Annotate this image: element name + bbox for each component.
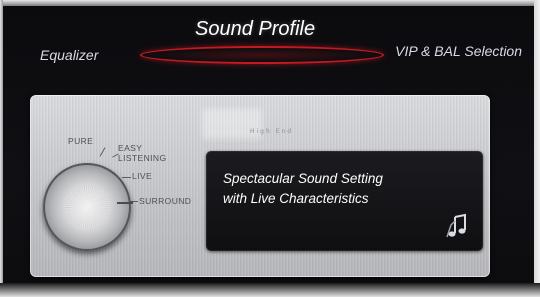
knob-label-surround[interactable]: SURROUND (139, 196, 191, 206)
page-title: Sound Profile (195, 18, 316, 40)
knob-label-easy[interactable]: EASY (118, 143, 142, 153)
brand-subtitle: High End (250, 128, 294, 135)
knob-indicator (117, 202, 133, 204)
knob-label-listening[interactable]: LISTENING (118, 153, 166, 163)
knob-tick-pure (99, 147, 106, 157)
sound-profile-knob[interactable] (43, 163, 133, 251)
music-note-icon (446, 213, 466, 238)
sound-profile-panel: High End PURE EASY LISTENING LIVE SURROU… (30, 95, 490, 277)
bezel-left (0, 0, 3, 297)
description-line-1: Spectacular Sound Setting (223, 171, 383, 186)
description-line-2: with Live Characteristics (223, 191, 369, 206)
bezel-right (534, 0, 540, 297)
tab-equalizer[interactable]: Equalizer (40, 47, 98, 63)
bezel-top (0, 0, 540, 6)
knob-texture (65, 185, 109, 229)
knob-label-live[interactable]: LIVE (132, 171, 152, 181)
bezel-bottom (0, 283, 540, 297)
tab-vip-bal-selection[interactable]: VIP & BAL Selection (395, 43, 522, 59)
profile-description-box: Spectacular Sound Setting with Live Char… (206, 151, 483, 251)
knob-label-pure[interactable]: PURE (68, 136, 93, 146)
knob-tick-live (122, 177, 131, 178)
title-highlight (140, 46, 384, 64)
